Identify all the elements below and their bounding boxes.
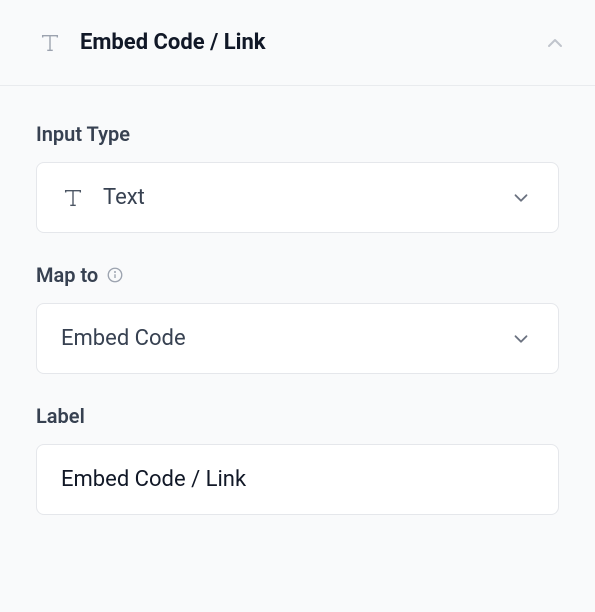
input-type-field: Input Type Text	[36, 122, 559, 233]
map-to-select[interactable]: Embed Code	[36, 303, 559, 374]
input-type-label: Input Type	[36, 122, 559, 146]
input-type-label-text: Input Type	[36, 122, 130, 146]
input-type-value: Text	[103, 185, 492, 210]
map-to-field: Map to Embed Code	[36, 263, 559, 374]
chevron-down-icon	[510, 328, 532, 350]
label-field-label: Label	[36, 404, 559, 428]
text-type-icon	[61, 186, 85, 210]
panel-content: Input Type Text	[0, 86, 595, 515]
settings-panel: Embed Code / Link Input Type Text	[0, 0, 595, 612]
label-input-container	[36, 444, 559, 515]
text-type-icon	[38, 31, 62, 55]
chevron-down-icon	[510, 187, 532, 209]
panel-title: Embed Code / Link	[80, 30, 525, 55]
panel-header: Embed Code / Link	[0, 0, 595, 86]
map-to-value: Embed Code	[61, 326, 492, 351]
map-to-label: Map to	[36, 263, 559, 287]
collapse-icon[interactable]	[543, 31, 567, 55]
map-to-label-text: Map to	[36, 263, 98, 287]
label-input[interactable]	[61, 467, 534, 492]
info-icon[interactable]	[106, 266, 124, 284]
label-field-label-text: Label	[36, 404, 85, 428]
label-field: Label	[36, 404, 559, 515]
input-type-select[interactable]: Text	[36, 162, 559, 233]
